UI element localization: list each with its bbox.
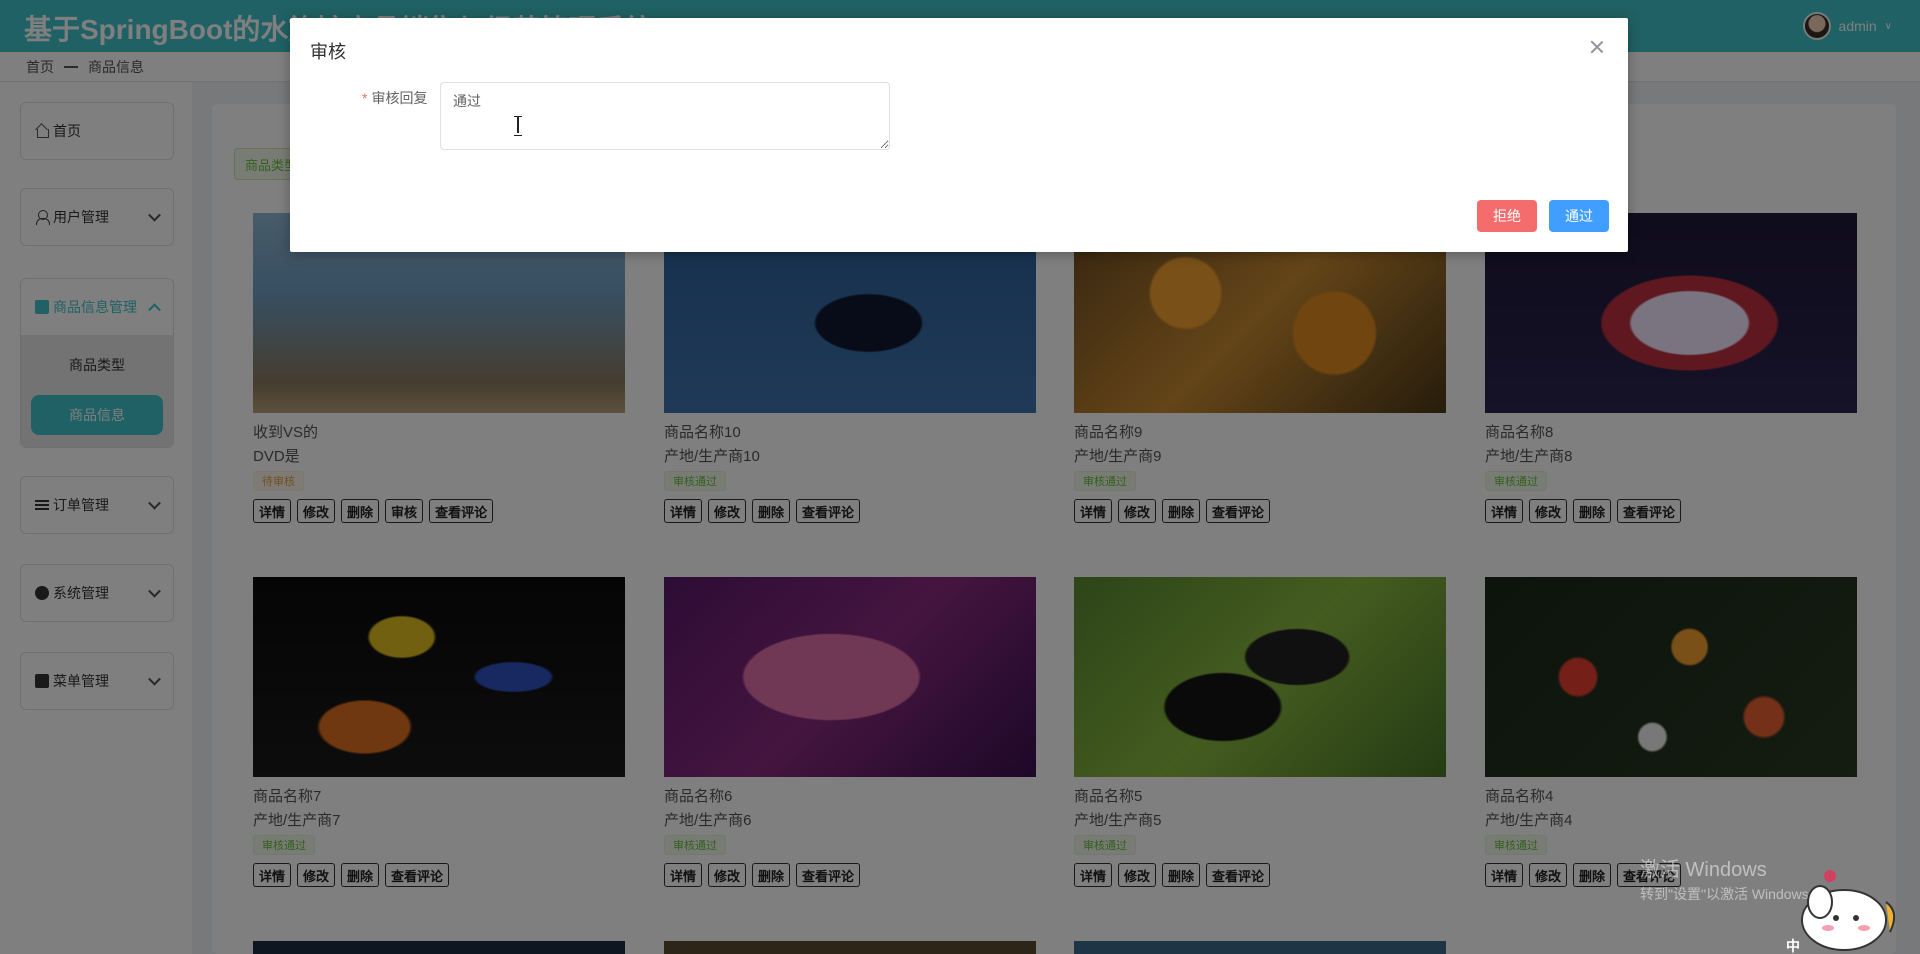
approve-button[interactable]: 通过	[1549, 200, 1609, 232]
reply-label: * 审核回复	[362, 90, 428, 106]
mascot-icon	[1801, 870, 1896, 951]
review-reply-input[interactable]	[440, 82, 890, 150]
close-icon[interactable]	[1590, 40, 1604, 54]
dialog-title: 审核	[310, 42, 346, 62]
review-dialog: 审核 *审核回复 拒绝 通过	[290, 18, 1628, 252]
text-cursor-icon	[514, 116, 522, 136]
reject-button[interactable]: 拒绝	[1477, 200, 1537, 232]
ime-indicator[interactable]: 中	[1786, 936, 1800, 954]
